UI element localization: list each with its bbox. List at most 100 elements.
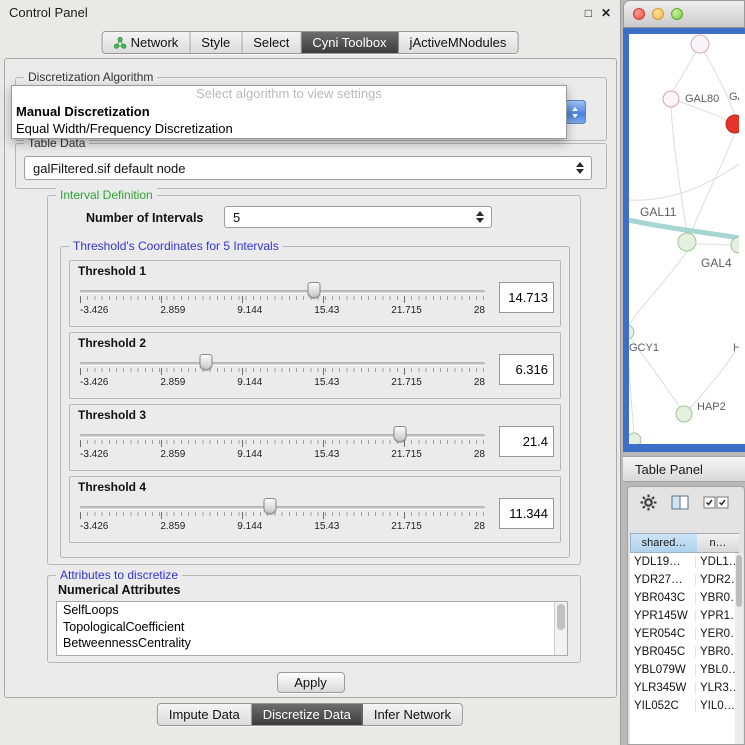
tab-style[interactable]: Style [190,32,242,53]
table-scrollbar[interactable] [735,553,743,744]
number-of-intervals-combobox[interactable]: 5 [224,206,492,228]
slider-thumb[interactable] [307,282,320,298]
table-data-combobox[interactable]: galFiltered.sif default node [24,156,592,180]
list-item[interactable]: TopologicalCoefficient [57,619,567,636]
tick-label: 9.144 [237,377,262,388]
scrollbar-thumb[interactable] [736,555,742,607]
apply-button[interactable]: Apply [277,672,345,693]
list-item[interactable]: BetweennessCentrality [57,635,567,652]
tick-label: 2.859 [160,377,185,388]
slider-track[interactable] [80,434,485,437]
table-row[interactable]: YER054CYER0… [630,625,739,643]
thresholds-group: Threshold's Coordinates for 5 Intervals … [60,246,570,558]
table-row[interactable]: YPR145WYPR1… [630,607,739,625]
cell-shared-name[interactable]: YBR043C [630,592,696,604]
table-body: YDL19…YDL1… YDR27…YDR2… YBR043CYBR0… YPR… [630,553,739,744]
node-label-cut: GA [729,91,739,103]
cell-name[interactable]: YBL0… [696,664,738,676]
table-row[interactable]: YDR27…YDR2… [630,571,739,589]
columns-icon[interactable] [671,495,689,510]
zoom-traffic-light-icon[interactable] [671,8,683,20]
close-traffic-light-icon[interactable] [633,8,645,20]
threshold-2-value-field[interactable]: 6.316 [499,354,554,385]
cell-name[interactable]: YDR2… [696,574,738,586]
scrollbar-thumb[interactable] [557,604,565,630]
minimize-traffic-light-icon[interactable] [652,8,664,20]
cell-shared-name[interactable]: YLR345W [630,682,696,694]
combobox-arrows-icon [476,211,484,223]
cell-name[interactable]: YLR3… [696,682,738,694]
threshold-4-slider[interactable]: -3.426 2.859 9.144 15.43 21.715 28 [80,497,485,539]
threshold-1-slider[interactable]: -3.426 2.859 9.144 15.43 21.715 28 [80,281,485,323]
slider-thumb[interactable] [264,498,277,514]
node-label-gal4: GAL4 [701,256,732,270]
cell-shared-name[interactable]: YDL19… [630,556,696,568]
network-node-gal4[interactable] [678,233,696,251]
threshold-4-value-field[interactable]: 11.344 [499,498,554,529]
cell-shared-name[interactable]: YBL079W [630,664,696,676]
checkbox-pair-icon[interactable] [703,496,729,509]
table-row[interactable]: YBR045CYBR0… [630,643,739,661]
network-node[interactable] [691,35,709,53]
gear-icon[interactable] [640,494,657,511]
network-canvas[interactable]: GAL80 GA GAL11 GAL4 GCY1 HAP2 H [629,34,745,444]
algorithm-option-manual[interactable]: Manual Discretization [12,103,566,120]
float-window-icon[interactable]: □ [585,6,592,20]
cell-shared-name[interactable]: YIL052C [630,700,696,712]
cell-name[interactable]: YDL1… [696,556,738,568]
cell-name[interactable]: YBR0… [696,646,738,658]
table-row[interactable]: YLR345WYLR3… [630,679,739,697]
column-header-name[interactable]: n… [697,533,739,553]
cell-shared-name[interactable]: YER054C [630,628,696,640]
threshold-1-value-field[interactable]: 14.713 [499,282,554,313]
tab-infer-network[interactable]: Infer Network [363,704,462,725]
interval-definition-group: Interval Definition Number of Intervals … [47,195,581,565]
cell-name[interactable]: YPR1… [696,610,738,622]
numerical-attributes-list[interactable]: SelfLoops TopologicalCoefficient Between… [56,601,568,656]
algorithm-option-equal-width[interactable]: Equal Width/Frequency Discretization [12,120,566,137]
slider-track[interactable] [80,290,485,293]
network-node[interactable] [629,433,641,444]
slider-thumb[interactable] [393,426,406,442]
slider-scale: -3.426 2.859 9.144 15.43 21.715 28 [80,305,485,316]
cell-name[interactable]: YIL0… [696,700,738,712]
cyni-toolbox-panel: Discretization Algorithm Select algorith… [4,58,617,698]
list-scrollbar[interactable] [554,602,567,655]
network-node-gal80[interactable] [663,91,679,107]
table-row[interactable]: YIL052CYIL0… [630,697,739,715]
table-row[interactable]: YBR043CYBR0… [630,589,739,607]
cell-name[interactable]: YER0… [696,628,738,640]
slider-track[interactable] [80,362,485,365]
table-data-selected: galFiltered.sif default node [33,161,185,176]
tab-cyni-toolbox[interactable]: Cyni Toolbox [301,32,398,53]
threshold-2-slider[interactable]: -3.426 2.859 9.144 15.43 21.715 28 [80,353,485,395]
slider-thumb[interactable] [199,354,212,370]
threshold-2-label: Threshold 2 [78,336,554,350]
tick-label: 2.859 [160,521,185,532]
close-icon[interactable]: ✕ [601,6,611,20]
list-item[interactable]: SelfLoops [57,602,567,619]
tab-jactivemnodules[interactable]: jActiveMNodules [399,32,518,53]
network-node-hap2[interactable] [676,406,692,422]
panel-title: Control Panel [9,5,576,20]
cell-shared-name[interactable]: YBR045C [630,646,696,658]
cell-shared-name[interactable]: YPR145W [630,610,696,622]
table-row[interactable]: YBL079WYBL0… [630,661,739,679]
network-node-gcy1[interactable] [629,325,634,339]
table-row[interactable]: YDL19…YDL1… [630,553,739,571]
tab-network[interactable]: Network [103,32,191,53]
cell-name[interactable]: YBR0… [696,592,738,604]
column-header-shared[interactable]: shared… [630,533,697,553]
threshold-3-slider[interactable]: -3.426 2.859 9.144 15.43 21.715 28 [80,425,485,467]
threshold-3-value-field[interactable]: 21.4 [499,426,554,457]
threshold-4-label: Threshold 4 [78,480,554,494]
cell-shared-name[interactable]: YDR27… [630,574,696,586]
slider-track[interactable] [80,506,485,509]
network-node-selected[interactable] [726,115,739,133]
tab-cyni-toolbox-label: Cyni Toolbox [312,35,386,50]
threshold-1-card: Threshold 1 -3.426 2.859 9.144 1 [69,260,561,327]
tab-discretize-data[interactable]: Discretize Data [252,704,363,725]
tab-impute-data[interactable]: Impute Data [158,704,252,725]
tick-label: 9.144 [237,521,262,532]
tab-select[interactable]: Select [242,32,301,53]
